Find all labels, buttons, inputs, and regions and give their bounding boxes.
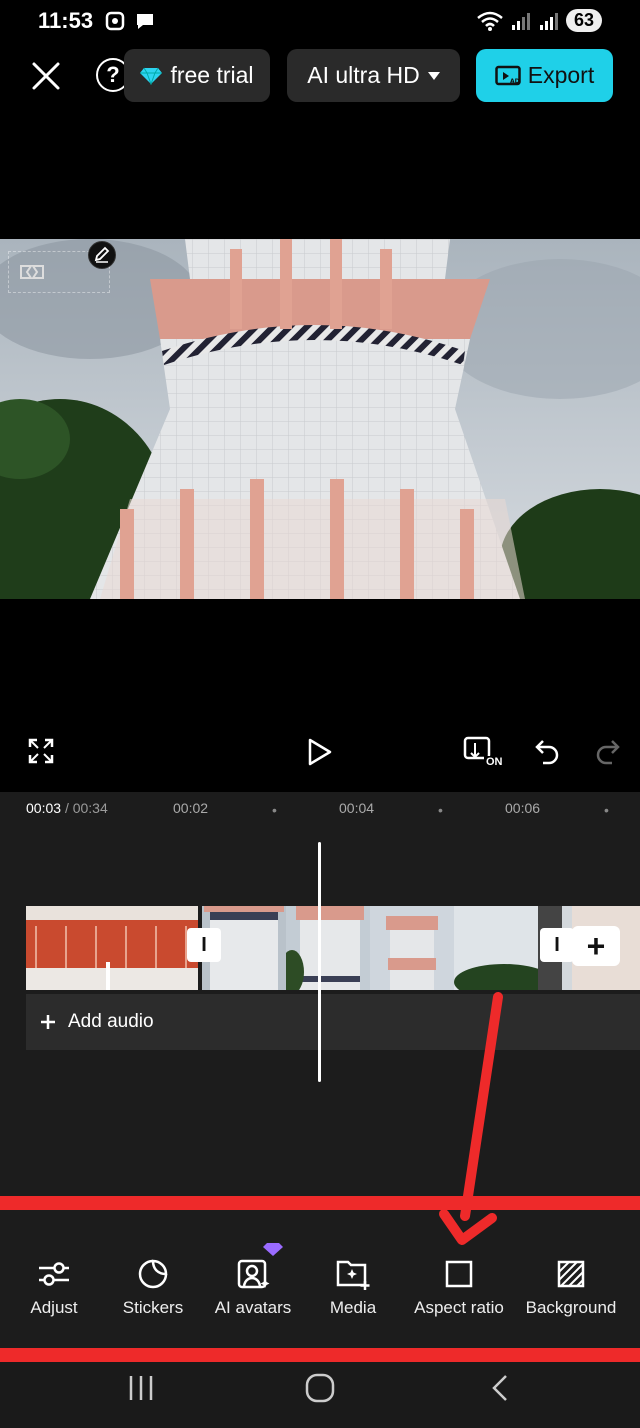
plus-icon [41, 1015, 55, 1029]
tick-label: 00:02 [173, 800, 209, 816]
video-preview-area[interactable] [0, 108, 640, 718]
free-trial-label: free trial [170, 62, 254, 88]
tick-dot: • [438, 802, 443, 818]
caption-toggle[interactable]: ON [462, 735, 505, 774]
undo-icon[interactable] [533, 737, 561, 765]
quality-dropdown[interactable]: AI ultra HD [287, 49, 460, 102]
tool-stickers[interactable]: Stickers [118, 1254, 188, 1318]
add-clip-button[interactable]: + [572, 926, 620, 966]
tool-label: Aspect ratio [414, 1298, 504, 1317]
bottom-toolbar: Adjust Stickers AI avatars Media Aspect … [0, 1202, 640, 1364]
total-time: / 00:34 [64, 800, 108, 816]
premium-diamond-icon [263, 1243, 283, 1256]
background-icon [557, 1260, 585, 1288]
fullscreen-icon[interactable] [28, 738, 54, 764]
back-icon[interactable] [488, 1373, 512, 1403]
time-display: 00:03 / 00:34 [26, 800, 108, 816]
redo-icon[interactable] [594, 737, 622, 765]
tool-label: AI avatars [214, 1298, 292, 1317]
pencil-icon [94, 246, 110, 263]
tick-label: 00:04 [339, 800, 375, 816]
tool-media[interactable]: Media [322, 1254, 384, 1318]
avatar-icon [237, 1259, 270, 1289]
screenshot-icon [105, 11, 125, 31]
free-trial-button[interactable]: free trial [124, 49, 270, 102]
system-nav-bar [0, 1362, 640, 1428]
tick-dot: • [272, 802, 277, 818]
add-audio-label: Add audio [68, 1011, 154, 1032]
signal-icon-2 [539, 12, 558, 30]
export-icon: AD [495, 65, 521, 85]
sticker-icon [138, 1259, 168, 1289]
tool-background[interactable]: Background [520, 1254, 622, 1318]
editor-top-bar: ? free trial AI ultra HD AD Export [0, 44, 640, 108]
diamond-icon [140, 67, 163, 85]
signal-icon [511, 12, 530, 30]
playhead[interactable] [318, 842, 321, 1082]
tick-label: 00:06 [505, 800, 541, 816]
playback-controls: ON [0, 718, 640, 792]
tick-dot: • [604, 802, 609, 818]
clip-thumbnail[interactable] [26, 906, 198, 990]
tool-ai-avatars[interactable]: AI avatars [210, 1243, 296, 1318]
battery-indicator: 63 [565, 9, 602, 32]
chat-icon [137, 14, 153, 29]
export-label: Export [527, 62, 595, 88]
caret-down-icon [427, 71, 440, 80]
video-frame[interactable] [0, 239, 640, 599]
tool-label: Adjust [30, 1298, 78, 1317]
video-frame-image [0, 239, 640, 599]
clip-thumbnail[interactable] [286, 906, 370, 990]
close-button[interactable] [28, 58, 64, 94]
media-add-icon [336, 1260, 370, 1290]
clip-thumbnail[interactable] [370, 906, 454, 990]
tool-adjust[interactable]: Adjust [22, 1254, 86, 1318]
highlight-line-bottom [0, 1348, 640, 1362]
play-icon[interactable] [306, 737, 334, 767]
timeline-panel[interactable]: 00:03 / 00:34 00:02 • 00:04 • 00:06 • I … [0, 792, 640, 1202]
clip-thumbnail[interactable] [454, 906, 538, 990]
export-button[interactable]: AD Export [476, 49, 613, 102]
wifi-icon [477, 11, 503, 31]
tool-label: Stickers [122, 1298, 184, 1317]
square-icon [445, 1260, 473, 1288]
recent-apps-icon[interactable] [126, 1373, 156, 1403]
tool-label: Media [329, 1298, 377, 1317]
transition-button[interactable]: I [187, 928, 221, 962]
time-ruler: 00:03 / 00:34 00:02 • 00:04 • 00:06 • [0, 800, 640, 824]
caption-on-badge: ON [484, 756, 505, 768]
add-audio-button[interactable]: Add audio [26, 994, 640, 1050]
tool-aspect-ratio[interactable]: Aspect ratio [408, 1254, 510, 1318]
svg-text:AD: AD [510, 78, 520, 85]
status-bar: 11:53 63 [0, 0, 640, 44]
status-time: 11:53 [38, 8, 94, 33]
highlight-line-top [0, 1196, 640, 1210]
capcut-logo-icon [20, 265, 44, 279]
tool-label: Background [525, 1298, 617, 1317]
current-time: 00:03 [26, 800, 62, 816]
close-icon [32, 62, 60, 90]
transition-button[interactable]: I [540, 928, 574, 962]
edit-watermark-button[interactable] [88, 241, 116, 269]
sliders-icon [39, 1262, 69, 1286]
home-icon[interactable] [304, 1373, 336, 1403]
quality-label: AI ultra HD [307, 62, 420, 88]
